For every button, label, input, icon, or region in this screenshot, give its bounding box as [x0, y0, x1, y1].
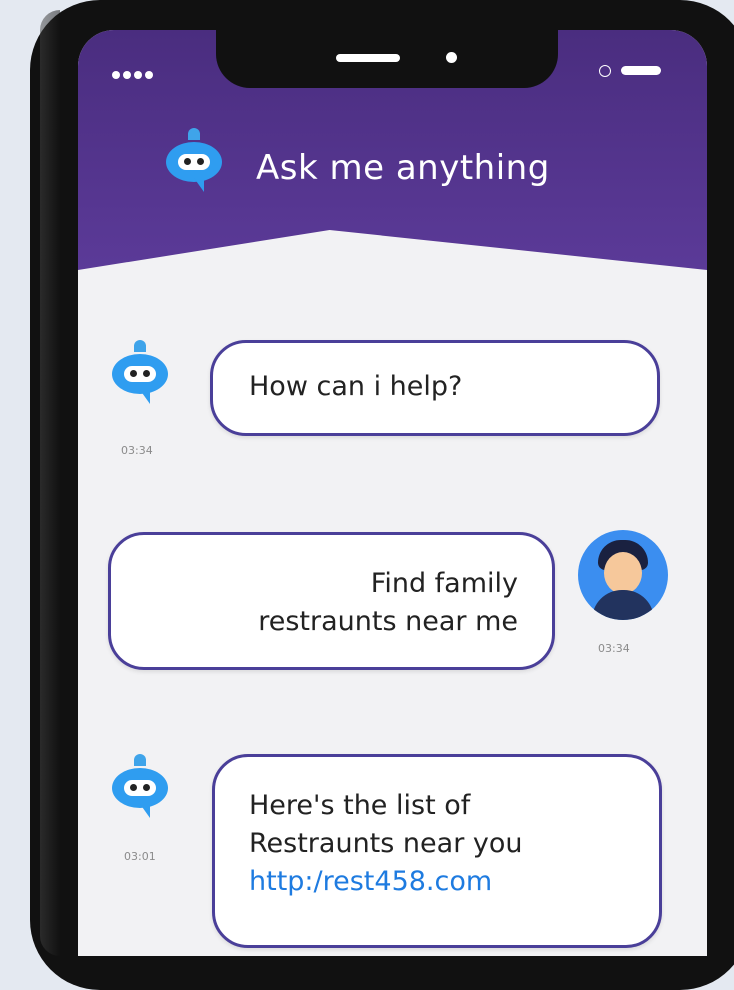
bot-icon — [112, 340, 168, 408]
message-time: 03:01 — [124, 850, 156, 863]
battery-icon — [621, 66, 661, 75]
message-line: restraunts near me — [258, 606, 518, 637]
bot-icon — [166, 128, 222, 196]
message-line: Here's the list of — [249, 790, 471, 821]
bot-message-bubble: Here's the list of Restraunts near you h… — [212, 754, 662, 948]
message-line: Restraunts near you — [249, 828, 523, 859]
phone-notch — [216, 30, 558, 88]
chat-screen: Ask me anything 03:34 How can i help? Fi… — [78, 30, 707, 956]
status-circle-icon — [599, 64, 611, 77]
camera-icon — [446, 52, 457, 63]
header-title: Ask me anything — [256, 148, 550, 188]
bot-message-bubble: How can i help? — [210, 340, 660, 436]
user-message-bubble: Find family restraunts near me — [108, 532, 555, 670]
status-indicators — [599, 60, 661, 79]
header-title-row: Ask me anything — [166, 128, 550, 196]
message-line: Find family — [370, 568, 518, 599]
user-avatar — [578, 530, 668, 620]
message-time: 03:34 — [598, 642, 630, 655]
bot-icon — [112, 754, 168, 822]
signal-dots-icon — [112, 64, 156, 83]
bot-avatar — [112, 754, 168, 822]
message-link[interactable]: http:/rest458.com — [249, 863, 659, 901]
message-text: How can i help? — [249, 371, 463, 402]
phone-edge-highlight — [40, 10, 60, 956]
speaker-icon — [336, 54, 400, 62]
bot-avatar — [112, 340, 168, 408]
message-time: 03:34 — [121, 444, 153, 457]
